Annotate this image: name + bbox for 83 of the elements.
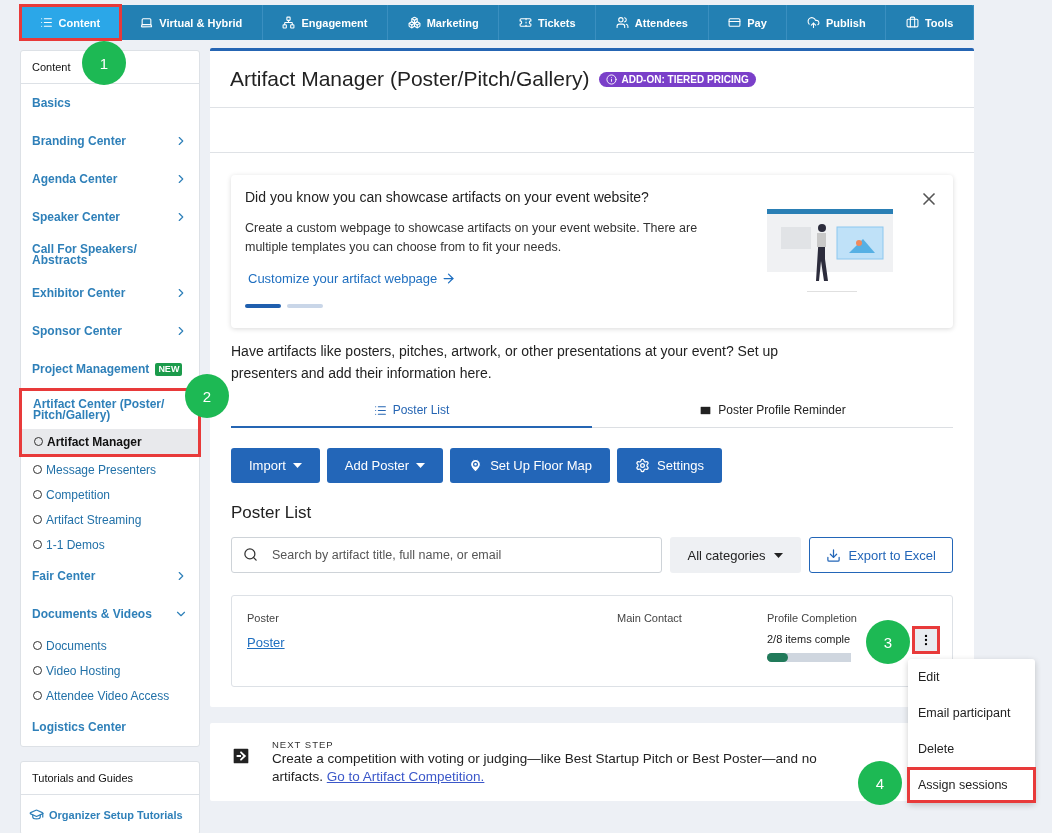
column-header: Profile Completion — [767, 612, 858, 624]
caret-icon — [292, 463, 302, 468]
tutorials-title: Tutorials and Guides — [21, 762, 199, 795]
step-marker: 1 — [82, 41, 126, 85]
action-button[interactable]: Add Poster — [326, 448, 444, 483]
sidebar-subitem[interactable]: Attendee Video Access — [21, 683, 199, 708]
customize-link[interactable]: Customize your artifact webpage — [248, 271, 735, 286]
download-icon — [825, 547, 841, 563]
completion-text: 2/8 items comple — [767, 633, 851, 645]
column-header: Main Contact — [617, 612, 683, 624]
promo-text: Create a custom webpage to showcase artifacts on your event website. There are multiple templates you can choose from to fit your needs. — [245, 220, 699, 256]
list-icon — [39, 16, 53, 29]
promo-title: Did you know you can showcase artifacts on your event website? — [245, 189, 650, 205]
list-icon — [373, 403, 387, 417]
sidebar-item[interactable]: Branding Center — [32, 135, 126, 147]
sidebar-item[interactable]: Documents & Videos — [32, 608, 152, 620]
arrow-right-icon — [441, 271, 457, 286]
nav-tab[interactable]: Publish — [787, 5, 887, 40]
step-marker: 2 — [185, 374, 229, 418]
sidebar-item[interactable]: Speaker Center — [32, 211, 121, 223]
menu-item[interactable]: Delete — [907, 731, 1036, 767]
sidebar-item[interactable]: Basics — [32, 97, 71, 109]
caret-icon — [416, 463, 426, 468]
more-button[interactable] — [912, 626, 940, 654]
settings-icon — [635, 458, 651, 473]
graduation-cap-icon — [29, 807, 44, 822]
users-icon — [615, 16, 629, 29]
card-icon — [728, 16, 742, 29]
cubes-icon — [407, 16, 421, 29]
map-pin-icon — [468, 458, 484, 473]
nav-tab[interactable]: Marketing — [388, 5, 500, 40]
nav-tab[interactable]: Virtual & Hybrid — [120, 5, 263, 40]
intro-text: Have artifacts like posters, pitches, artwork, or other presentations at your event? Set up presenters and add their information here. — [231, 342, 780, 383]
sidebar-item[interactable]: Call For Speakers/ Abstracts — [32, 244, 188, 266]
action-button[interactable]: Import — [231, 448, 320, 483]
laptop-icon — [140, 16, 154, 29]
export-button[interactable]: Export to Excel — [808, 537, 953, 573]
competition-link[interactable]: Go to Artifact Competition. — [326, 769, 485, 784]
cloud-upload-icon — [806, 16, 820, 29]
addon-badge: ADD-ON: TIERED PRICING — [599, 71, 756, 87]
nav-tab[interactable]: Attendees — [596, 5, 709, 40]
tutorials-link[interactable]: Organizer Setup Tutorials — [21, 795, 199, 833]
sidebar-subitem[interactable]: Documents — [21, 633, 199, 658]
action-button[interactable]: Settings — [617, 448, 723, 483]
column-header: Poster — [247, 612, 280, 624]
sidebar-subitem[interactable]: Competition — [21, 482, 199, 507]
network-icon — [282, 16, 296, 29]
sidebar-subitem[interactable]: Artifact Streaming — [21, 507, 199, 532]
action-button[interactable]: Set Up Floor Map — [450, 448, 611, 483]
sidebar-subitem[interactable]: 1-1 Demos — [21, 532, 199, 557]
menu-item[interactable]: Email participant — [907, 695, 1036, 731]
briefcase-icon — [905, 16, 919, 29]
tab[interactable]: Poster List — [231, 394, 592, 428]
nav-tab[interactable]: Tickets — [499, 5, 597, 40]
category-dropdown[interactable]: All categories — [669, 537, 801, 573]
sidebar-subitem[interactable]: Video Hosting — [21, 658, 199, 683]
nav-tab[interactable]: Tools — [886, 5, 975, 40]
next-step-label: NEXT STEP — [272, 739, 335, 750]
sidebar-item[interactable]: Artifact Center (Poster/ Pitch/Gallery) — [33, 399, 187, 421]
section-title: Poster List — [231, 503, 313, 523]
search-field[interactable]: Search by artifact title, full name, or email — [231, 537, 662, 573]
sidebar-item[interactable]: Fair Center — [32, 570, 96, 582]
arrow-right-icon — [230, 745, 252, 767]
sidebar-item[interactable]: Project Management — [32, 363, 150, 375]
ticket-icon — [518, 16, 532, 29]
nav-tab[interactable]: Pay — [708, 5, 788, 40]
tab[interactable]: Poster Profile Reminder — [592, 394, 953, 428]
new-badge: NEW — [155, 362, 183, 376]
sidebar-item[interactable]: Agenda Center — [32, 173, 118, 185]
sidebar-item[interactable]: Logistics Center — [32, 721, 127, 733]
sidebar-item[interactable]: Sponsor Center — [32, 325, 122, 337]
menu-item[interactable]: Assign sessions — [907, 767, 1036, 803]
search-icon — [243, 547, 258, 562]
menu-item[interactable]: Edit — [907, 659, 1036, 695]
sidebar-item[interactable]: Exhibitor Center — [32, 287, 126, 299]
sidebar-subitem[interactable]: Message Presenters — [21, 457, 199, 482]
caret-icon — [773, 552, 783, 558]
step-marker: 3 — [866, 620, 910, 664]
poster-link[interactable]: Poster — [247, 635, 285, 650]
nav-tab[interactable]: Engagement — [262, 5, 389, 40]
sidebar-subitem[interactable]: Artifact Manager — [22, 429, 198, 454]
page-title: Artifact Manager (Poster/Pitch/Gallery) — [230, 67, 590, 91]
carousel-indicator[interactable] — [245, 304, 281, 308]
